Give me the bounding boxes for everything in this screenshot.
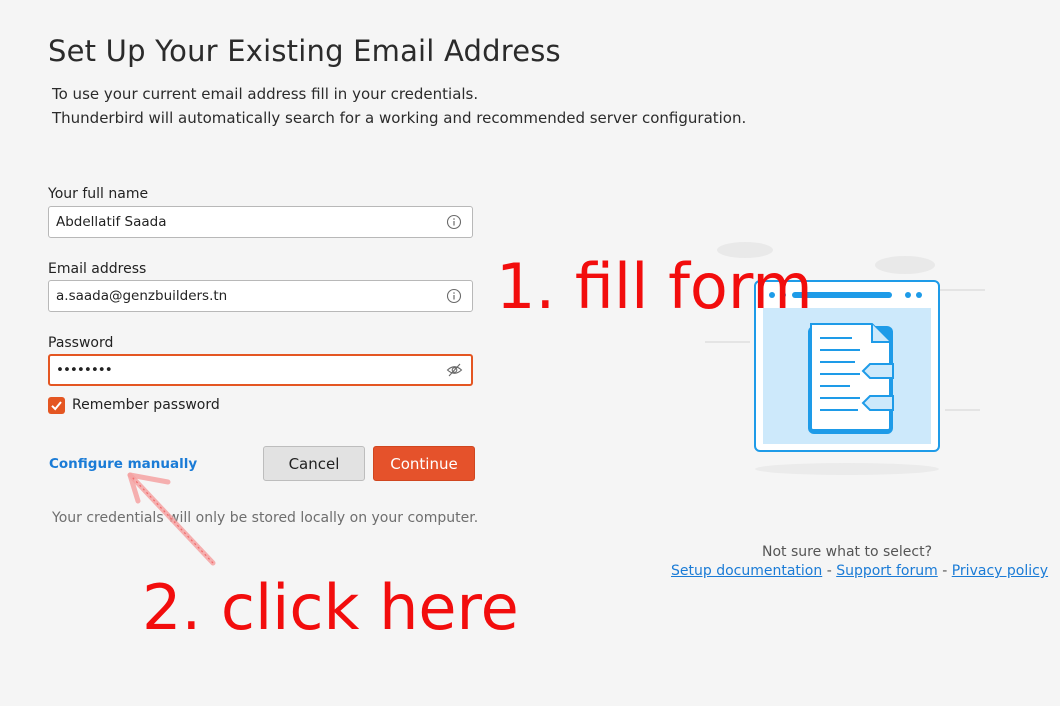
email-field[interactable] [48,280,473,312]
info-icon[interactable] [446,214,462,230]
password-label: Password [48,335,114,351]
setup-documentation-link[interactable]: Setup documentation [671,563,822,579]
support-forum-link[interactable]: Support forum [836,563,938,579]
annotation-arrow [110,465,230,579]
cancel-button[interactable]: Cancel [263,446,365,481]
password-input[interactable] [50,356,430,384]
link-separator: - [942,563,948,579]
remember-password-checkbox[interactable] [48,397,65,414]
intro-text: To use your current email address fill i… [52,82,746,130]
intro-line-1: To use your current email address fill i… [52,85,479,103]
email-label: Email address [48,261,147,277]
help-links: Setup documentation - Support forum - Pr… [671,563,1048,579]
eye-slash-icon[interactable] [446,362,463,378]
privacy-policy-link[interactable]: Privacy policy [952,563,1048,579]
full-name-field[interactable] [48,206,473,238]
email-input[interactable] [49,281,429,311]
link-separator: - [826,563,832,579]
full-name-input[interactable] [49,207,429,237]
continue-button[interactable]: Continue [373,446,475,481]
password-field[interactable] [48,354,473,386]
intro-line-2: Thunderbird will automatically search fo… [52,109,747,127]
help-question: Not sure what to select? [761,544,933,560]
annotation-step-2: 2. click here [142,571,519,644]
remember-password-label: Remember password [72,397,220,413]
annotation-step-1: 1. fill form [496,250,813,323]
full-name-label: Your full name [48,186,149,202]
info-icon[interactable] [446,288,462,304]
page-title: Set Up Your Existing Email Address [48,34,561,68]
